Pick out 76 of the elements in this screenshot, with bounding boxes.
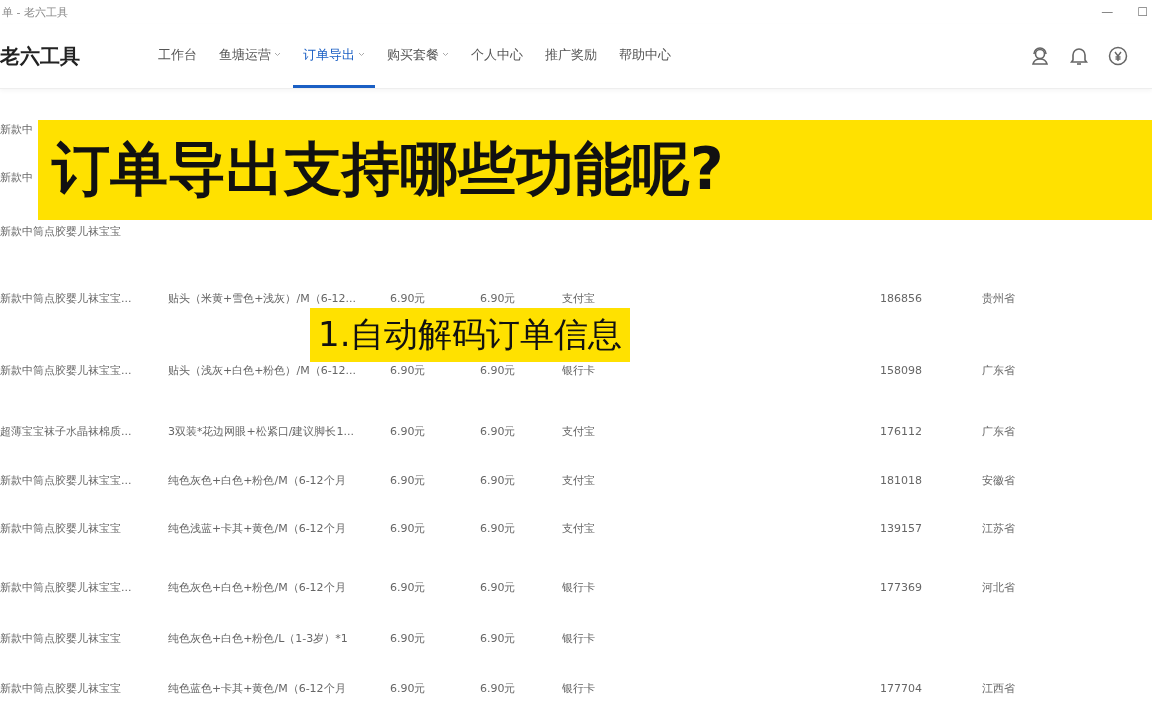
table-cell: 6.90元 — [390, 681, 426, 695]
support-agent-icon[interactable] — [1030, 46, 1050, 66]
nav-tab[interactable]: 购买套餐 — [377, 24, 459, 88]
window-title: 单 - 老六工具 — [1, 4, 68, 20]
table-cell: 6.90元 — [390, 291, 426, 305]
table-cell: 6.90元 — [480, 580, 516, 594]
table-cell: 3双装*花边网眼+松紧口/建议脚长1... — [168, 424, 354, 438]
nav-tab[interactable]: 鱼塘运营 — [209, 24, 291, 88]
table-cell: 181018 — [880, 473, 922, 487]
table-cell: 6.90元 — [480, 631, 516, 645]
table-cell: 6.90元 — [480, 681, 516, 695]
caret-icon — [274, 52, 281, 57]
table-cell: 支付宝 — [562, 424, 595, 438]
table-cell-text: 超薄宝宝袜子水晶袜棉质... — [0, 423, 133, 439]
table-cell: 6.90元 — [390, 363, 426, 377]
table-cell-text: 新款中筒点胶婴儿袜宝宝 — [0, 680, 122, 696]
table-cell: 纯色灰色+白色+粉色/L（1-3岁）*1 — [168, 631, 348, 645]
table-cell: 6.90元 — [480, 291, 516, 305]
table-cell: 江苏省 — [982, 521, 1015, 535]
table-cell: 6.90元 — [480, 473, 516, 487]
table-cell: 纯色灰色+白色+粉色/M（6-12个月 — [168, 580, 346, 594]
table-cell-text: 新款中筒点胶婴儿袜宝宝... — [0, 472, 133, 488]
table-cell: 177704 — [880, 681, 922, 695]
table-cell: 6.90元 — [480, 363, 516, 377]
table-cell: 支付宝 — [562, 521, 595, 535]
table-cell: 6.90元 — [390, 424, 426, 438]
nav-tab[interactable]: 帮助中心 — [609, 24, 681, 88]
table-cell: 6.90元 — [390, 631, 426, 645]
table-cell: 6.90元 — [390, 521, 426, 535]
yen-coin-icon[interactable] — [1108, 46, 1128, 66]
notification-bell-icon[interactable] — [1070, 46, 1088, 66]
table-cell: 6.90元 — [480, 521, 516, 535]
table-cell-text: 新款中筒点胶婴儿袜宝宝 — [0, 223, 122, 239]
table-cell: 纯色蓝色+卡其+黄色/M（6-12个月 — [168, 681, 346, 695]
app-logo: 老六工具 — [0, 42, 81, 70]
table-cell-text: 新款中筒点胶婴儿袜宝宝 — [0, 520, 122, 536]
table-cell: 186856 — [880, 291, 922, 305]
nav-tab[interactable]: 订单导出 — [293, 24, 375, 88]
caption-banner: 订单导出支持哪些功能呢? — [38, 120, 1152, 220]
table-cell: 贴头（米黄+雪色+浅灰）/M（6-12... — [168, 291, 357, 305]
table-cell-text: 新款中筒点胶婴儿袜宝宝... — [0, 362, 133, 378]
nav-tab[interactable]: 推广奖励 — [535, 24, 607, 88]
maximize-button[interactable]: ☐ — [1137, 5, 1148, 19]
table-cell: 广东省 — [982, 363, 1015, 377]
table-cell: 支付宝 — [562, 473, 595, 487]
table-cell: 银行卡 — [562, 681, 595, 695]
table-cell-text: 新款中 — [0, 121, 34, 137]
minimize-button[interactable]: — — [1101, 5, 1114, 19]
table-cell: 江西省 — [982, 681, 1015, 695]
nav-tab[interactable]: 个人中心 — [461, 24, 533, 88]
table-cell: 安徽省 — [982, 473, 1015, 487]
table-cell: 银行卡 — [562, 580, 595, 594]
table-cell-text: 新款中筒点胶婴儿袜宝宝 — [0, 630, 122, 646]
table-cell: 139157 — [880, 521, 922, 535]
table-cell: 纯色灰色+白色+粉色/M（6-12个月 — [168, 473, 346, 487]
caret-icon — [442, 52, 449, 57]
table-cell: 银行卡 — [562, 631, 595, 645]
table-cell: 158098 — [880, 363, 922, 377]
table-cell-text: 新款中筒点胶婴儿袜宝宝... — [0, 579, 133, 595]
table-cell: 贴头（浅灰+白色+粉色）/M（6-12... — [168, 363, 357, 377]
caption-banner: 1.自动解码订单信息 — [310, 308, 631, 362]
table-cell: 广东省 — [982, 424, 1015, 438]
table-cell: 176112 — [880, 424, 922, 438]
table-cell: 贵州省 — [982, 291, 1015, 305]
table-cell: 6.90元 — [390, 473, 426, 487]
nav-tab[interactable]: 工作台 — [148, 24, 207, 88]
table-cell-text: 新款中筒点胶婴儿袜宝宝... — [0, 290, 133, 306]
table-cell: 银行卡 — [562, 363, 595, 377]
table-cell: 河北省 — [982, 580, 1015, 594]
table-cell: 6.90元 — [480, 424, 516, 438]
caret-icon — [358, 52, 365, 57]
table-cell: 支付宝 — [562, 291, 595, 305]
table-cell: 纯色浅蓝+卡其+黄色/M（6-12个月 — [168, 521, 346, 535]
table-cell: 177369 — [880, 580, 922, 594]
table-cell: 6.90元 — [390, 580, 426, 594]
table-cell-text: 新款中 — [0, 169, 34, 185]
